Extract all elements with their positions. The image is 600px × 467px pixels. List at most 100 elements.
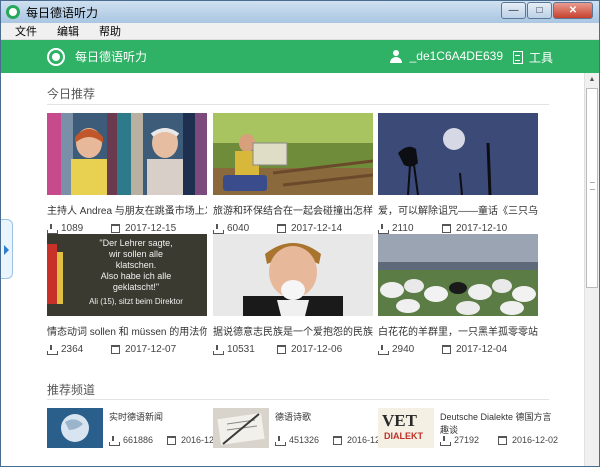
channel-body: 实时德语新闻 661886 2016-12-02 <box>109 408 227 448</box>
user-icon <box>389 49 402 63</box>
download-count: 2364 <box>61 344 84 355</box>
quote-attribution: Ali (15), sitzt beim Direktor <box>89 297 183 306</box>
logo-icon <box>47 47 65 66</box>
quote-text: "Der Lehrer sagte, wir sollen alle klats… <box>67 238 205 307</box>
channel-title[interactable]: 实时德语新闻 <box>109 410 212 423</box>
card-thumbnail[interactable] <box>47 113 207 195</box>
download-count: 1089 <box>61 223 84 234</box>
download-count: 451326 <box>289 435 320 445</box>
download-icon <box>109 435 120 446</box>
download-icon <box>47 224 58 234</box>
card-date: 2017-12-06 <box>291 344 343 355</box>
download-icon <box>275 435 286 446</box>
scrollbar-thumb[interactable] <box>586 88 598 288</box>
calendar-icon <box>167 435 176 445</box>
card-thumbnail[interactable] <box>213 113 373 195</box>
maximize-button[interactable]: □ <box>527 2 552 19</box>
calendar-icon <box>111 345 120 354</box>
download-count: 2110 <box>392 223 414 234</box>
calendar-icon <box>442 345 451 354</box>
app-window: 每日德语听力 — □ ✕ 文件 编辑 帮助 每日德语听力 _de1C6A4DE6… <box>0 0 600 467</box>
download-count: 661886 <box>123 435 154 445</box>
username[interactable]: _de1C6A4DE639 <box>410 49 503 63</box>
channel-thumbnail[interactable] <box>213 408 269 448</box>
download-icon <box>440 435 451 446</box>
quote-line: Also habe ich alle <box>100 271 172 281</box>
main-content: 今日推荐 主持人 Andrea 与朋友在跳蚤市场上 1089 2017-12-1… <box>1 73 585 466</box>
download-icon <box>47 345 58 355</box>
side-panel-toggle[interactable] <box>1 219 13 279</box>
download-count: 10531 <box>227 344 255 355</box>
channel-item[interactable]: 德语诗歌 451326 2016-12-02 <box>213 408 393 448</box>
card-title[interactable]: 白花花的羊群里，一只黑羊孤零零站在中间... <box>378 323 538 338</box>
close-button[interactable]: ✕ <box>553 2 593 19</box>
menu-file[interactable]: 文件 <box>15 23 37 39</box>
recommend-card[interactable]: 爱，可以解除诅咒——童话《三只乌鸦的故... 2110 2017-12-10 <box>378 113 538 234</box>
user-account[interactable]: _de1C6A4DE639 <box>389 49 503 63</box>
menu-edit[interactable]: 编辑 <box>57 23 79 39</box>
card-meta: 2110 2017-12-10 <box>378 223 538 234</box>
section-divider <box>47 399 549 400</box>
minimize-button[interactable]: — <box>501 2 526 19</box>
section-title-channels: 推荐频道 <box>47 383 96 397</box>
channel-thumbnail[interactable] <box>47 408 103 448</box>
channel-item[interactable]: VET DIALEKT Deutsche Dialekte 德国方言 趣谈 27… <box>378 408 558 448</box>
app-name: 每日德语听力 <box>75 50 148 64</box>
calendar-icon <box>111 224 120 233</box>
recommend-card[interactable]: 据说德意志民族是一个爱抱怨的民族，那你... 10531 2017-12-06 <box>213 234 373 355</box>
card-meta: 6040 2017-12-14 <box>213 223 373 234</box>
channel-body: 德语诗歌 451326 2016-12-02 <box>275 408 393 448</box>
card-title[interactable]: 主持人 Andrea 与朋友在跳蚤市场上发生了... <box>47 202 207 217</box>
section-title-today: 今日推荐 <box>47 87 96 101</box>
recommend-card[interactable]: 白花花的羊群里，一只黑羊孤零零站在中间... 2940 2017-12-04 <box>378 234 538 355</box>
card-title[interactable]: 旅游和环保结合在一起会碰撞出怎样的火花... <box>213 202 373 217</box>
card-title[interactable]: 爱，可以解除诅咒——童话《三只乌鸦的故... <box>378 202 538 217</box>
recommend-card[interactable]: "Der Lehrer sagte, wir sollen alle klats… <box>47 234 207 355</box>
download-icon <box>378 224 389 234</box>
card-thumbnail[interactable] <box>378 234 538 316</box>
channel-meta: 661886 2016-12-02 <box>109 435 227 446</box>
download-count: 2940 <box>392 344 415 355</box>
download-count: 6040 <box>227 223 250 234</box>
card-date: 2017-12-10 <box>456 223 508 234</box>
quote-line: wir sollen alle <box>108 249 164 259</box>
download-icon <box>213 224 224 234</box>
channel-thumbnail[interactable]: VET DIALEKT <box>378 408 434 448</box>
channel-title[interactable]: 德语诗歌 <box>275 410 378 423</box>
card-thumbnail[interactable] <box>378 113 538 195</box>
thumb-text-dialekt: DIALEKT <box>384 431 423 441</box>
channel-item[interactable]: 实时德语新闻 661886 2016-12-02 <box>47 408 227 448</box>
download-icon <box>213 345 224 355</box>
card-thumbnail[interactable] <box>213 234 373 316</box>
app-icon <box>6 5 20 19</box>
tools-menu[interactable]: 工具 <box>512 49 553 66</box>
card-title[interactable]: 情态动词 sollen 和 müssen 的用法你吃透... <box>47 323 207 338</box>
card-meta: 1089 2017-12-15 <box>47 223 207 234</box>
scroll-up-icon[interactable]: ▲ <box>585 73 599 87</box>
card-date: 2017-12-04 <box>456 344 508 355</box>
vertical-scrollbar[interactable]: ▲ <box>584 73 599 466</box>
menu-bar: 文件 编辑 帮助 <box>1 23 599 40</box>
quote-line: klatschen. <box>115 260 157 270</box>
calendar-icon <box>498 435 507 445</box>
quote-line: "Der Lehrer sagte, <box>99 238 173 248</box>
tools-icon <box>512 51 523 64</box>
channel-body: Deutsche Dialekte 德国方言 趣谈 27192 2016-12-… <box>440 408 558 448</box>
calendar-icon <box>333 435 342 445</box>
recommend-card[interactable]: 主持人 Andrea 与朋友在跳蚤市场上发生了... 1089 2017-12-… <box>47 113 207 234</box>
card-thumbnail[interactable]: "Der Lehrer sagte, wir sollen alle klats… <box>47 234 207 316</box>
card-date: 2017-12-14 <box>291 223 343 234</box>
calendar-icon <box>277 224 286 233</box>
card-date: 2017-12-15 <box>125 223 177 234</box>
channel-date: 2016-12-02 <box>512 435 559 445</box>
download-count: 27192 <box>454 435 480 445</box>
calendar-icon <box>442 224 451 233</box>
calendar-icon <box>277 345 286 354</box>
menu-help[interactable]: 帮助 <box>99 23 121 39</box>
card-title[interactable]: 据说德意志民族是一个爱抱怨的民族，那你... <box>213 323 373 338</box>
tools-label[interactable]: 工具 <box>529 49 553 66</box>
recommend-card[interactable]: 旅游和环保结合在一起会碰撞出怎样的火花... 6040 2017-12-14 <box>213 113 373 234</box>
window-controls: — □ ✕ <box>500 2 593 19</box>
card-meta: 10531 2017-12-06 <box>213 344 373 355</box>
channel-title[interactable]: Deutsche Dialekte 德国方言 <box>440 410 552 423</box>
